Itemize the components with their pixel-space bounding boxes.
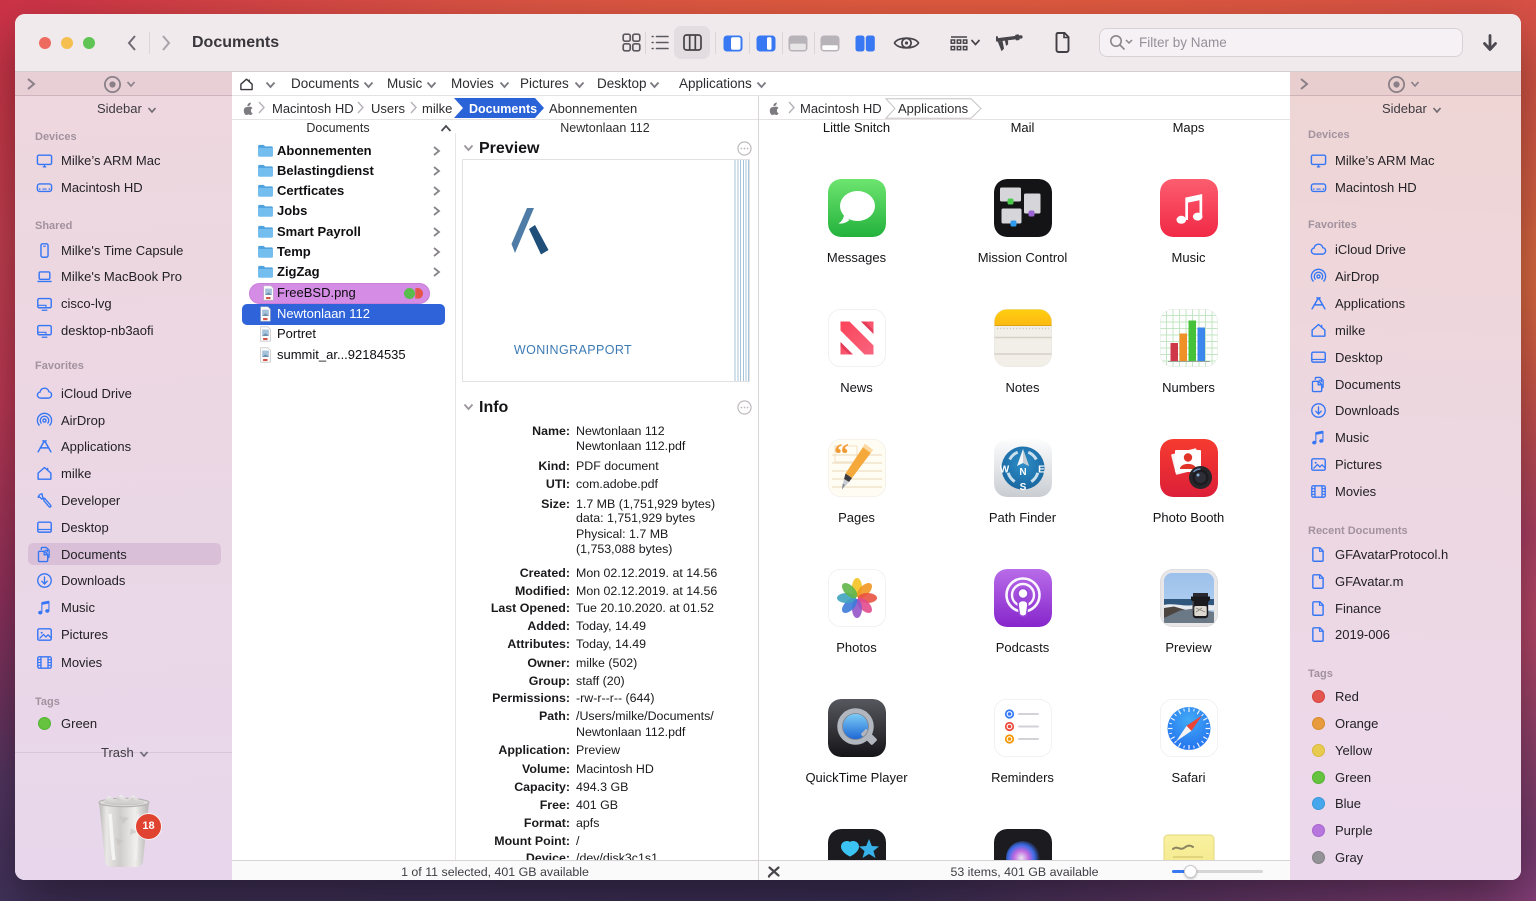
svg-text:W: W (999, 465, 1009, 476)
svg-text:“: “ (834, 439, 849, 471)
svg-text:N: N (1019, 467, 1026, 478)
svg-text:E: E (1038, 465, 1045, 476)
svg-text:S: S (1019, 482, 1026, 493)
